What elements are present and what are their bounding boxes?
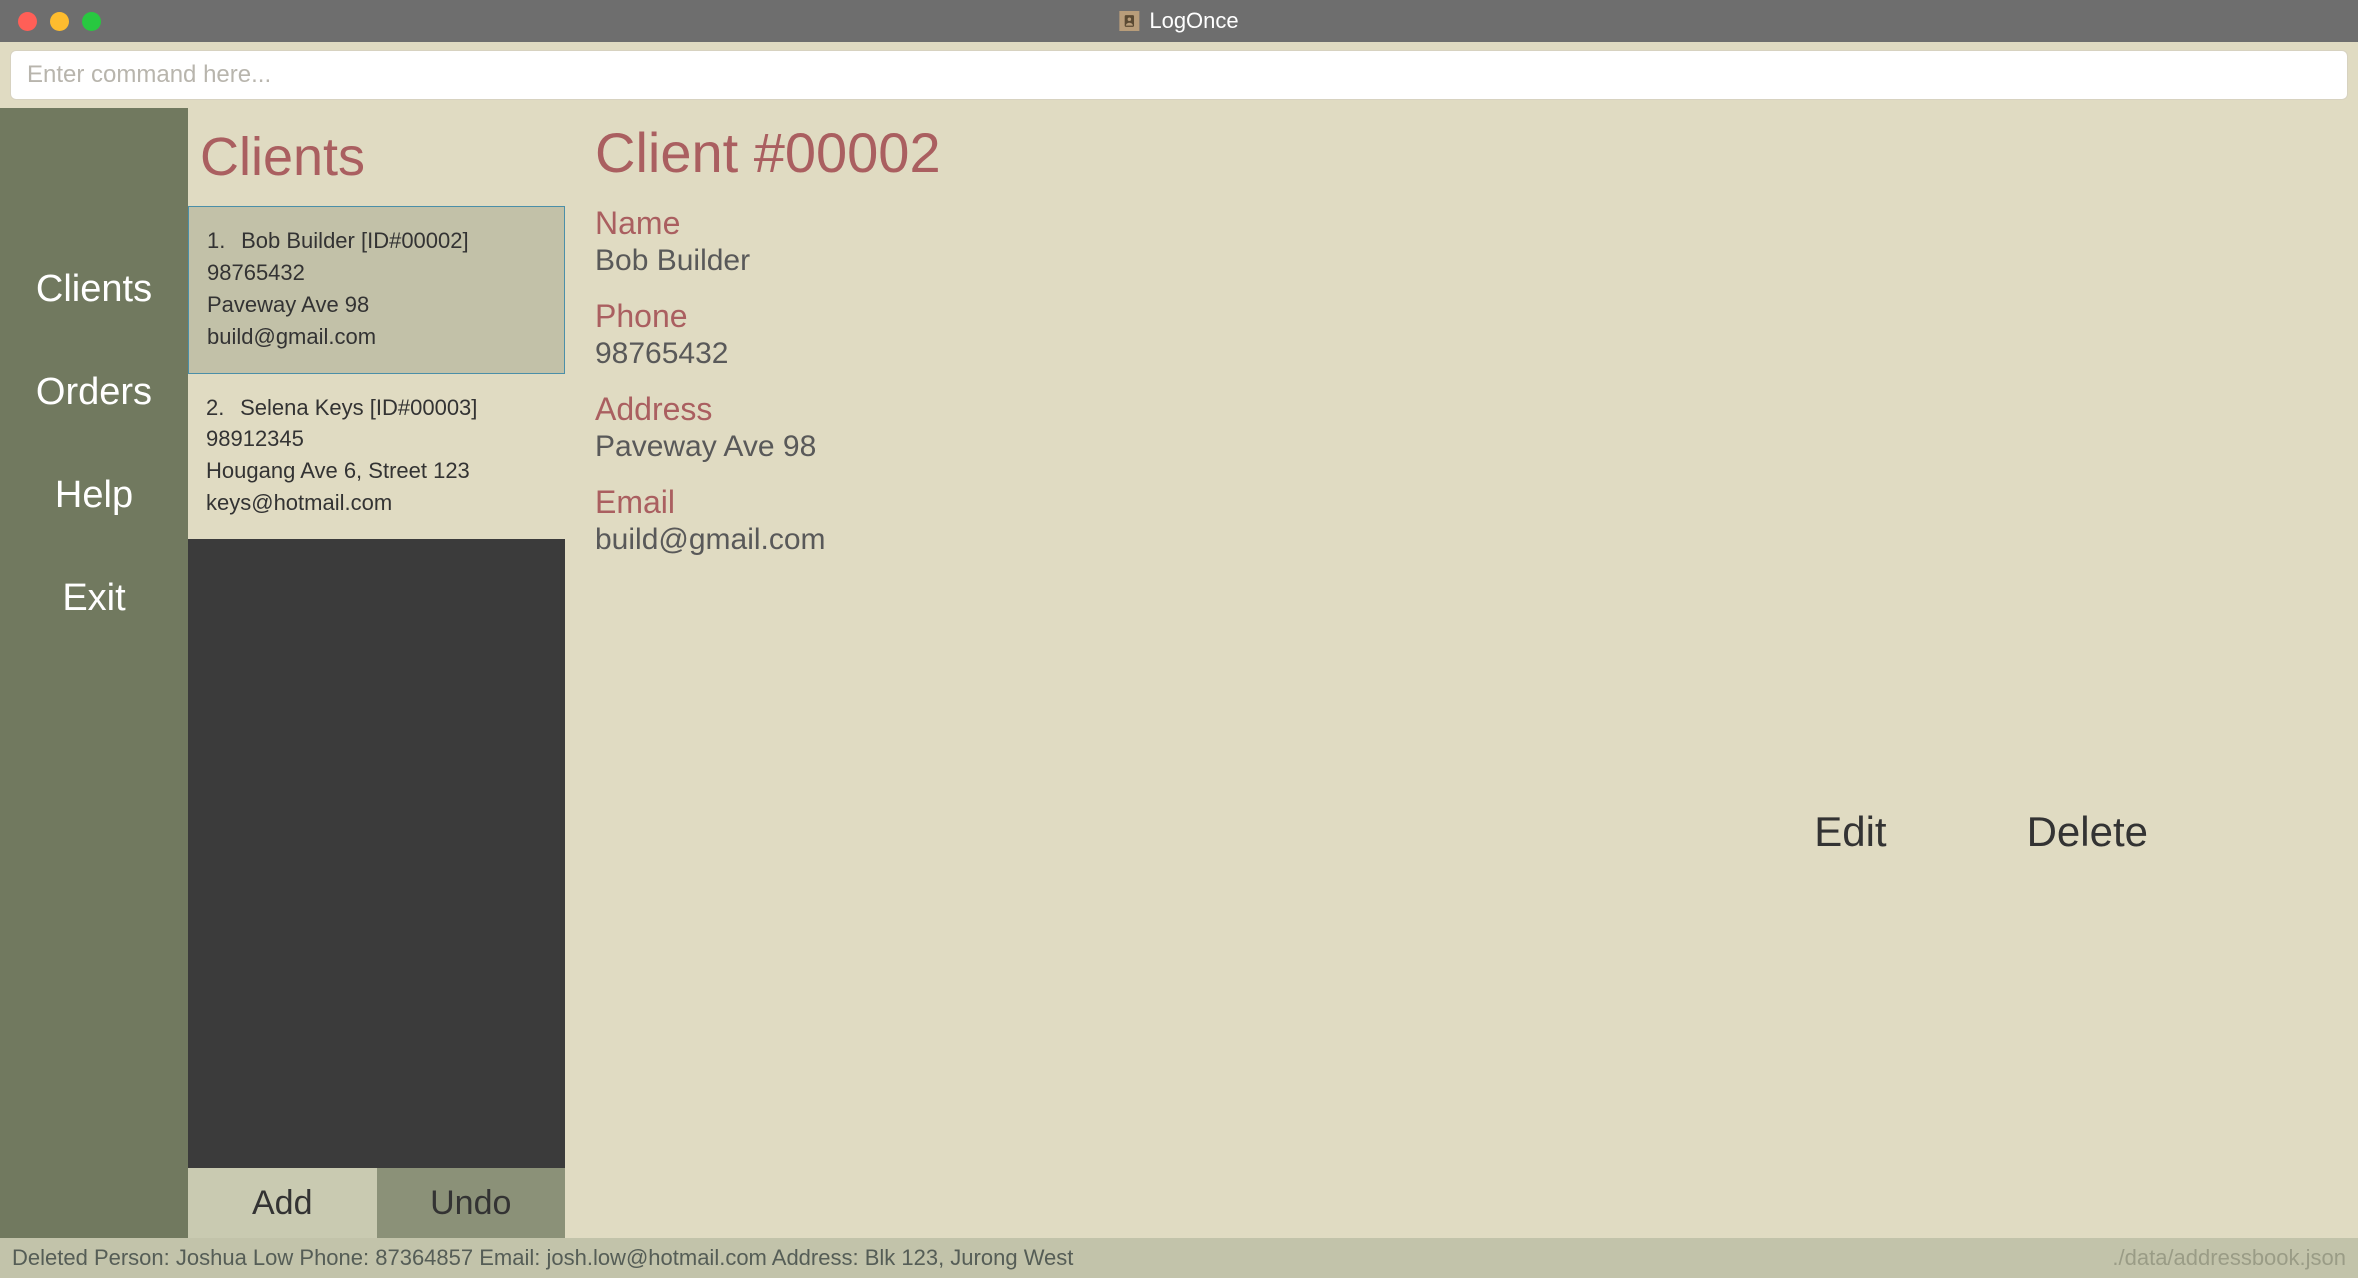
detail-label-phone: Phone [595, 298, 2328, 335]
main-area: Clients Orders Help Exit Clients 1. Bob … [0, 108, 2358, 1238]
close-window-button[interactable] [18, 12, 37, 31]
command-input[interactable] [10, 50, 2348, 100]
client-email: keys@hotmail.com [206, 487, 549, 519]
sidebar: Clients Orders Help Exit [0, 108, 188, 1238]
app-title: LogOnce [1149, 8, 1238, 34]
undo-button[interactable]: Undo [377, 1168, 566, 1238]
detail-label-name: Name [595, 205, 2328, 242]
detail-value-email: build@gmail.com [595, 523, 2328, 557]
client-list-panel: Clients 1. Bob Builder [ID#00002] 987654… [188, 108, 565, 1238]
sidebar-item-exit[interactable]: Exit [0, 547, 188, 650]
title-wrap: LogOnce [1119, 8, 1238, 34]
status-filepath: ./data/addressbook.json [2112, 1245, 2346, 1271]
client-list: 1. Bob Builder [ID#00002] 98765432 Pavew… [188, 206, 565, 1168]
client-name-id: Bob Builder [ID#00002] [241, 228, 469, 253]
sidebar-item-clients[interactable]: Clients [0, 238, 188, 341]
detail-actions: Edit Delete [1814, 808, 2148, 856]
minimize-window-button[interactable] [50, 12, 69, 31]
app-window: LogOnce Clients Orders Help Exit Clients… [0, 0, 2358, 1278]
client-detail-panel: Client #00002 Name Bob Builder Phone 987… [565, 108, 2358, 1238]
add-button[interactable]: Add [188, 1168, 377, 1238]
client-index: 2. [206, 392, 234, 424]
client-phone: 98912345 [206, 423, 549, 455]
edit-button[interactable]: Edit [1814, 808, 1886, 856]
command-row [0, 42, 2358, 108]
detail-value-phone: 98765432 [595, 337, 2328, 371]
client-list-actions: Add Undo [188, 1168, 565, 1238]
client-list-item[interactable]: 2. Selena Keys [ID#00003] 98912345 Houga… [188, 374, 565, 540]
titlebar: LogOnce [0, 0, 2358, 42]
client-phone: 98765432 [207, 257, 548, 289]
detail-label-email: Email [595, 484, 2328, 521]
client-list-item[interactable]: 1. Bob Builder [ID#00002] 98765432 Pavew… [188, 206, 565, 374]
client-list-title: Clients [188, 108, 565, 206]
client-email: build@gmail.com [207, 321, 548, 353]
client-detail-title: Client #00002 [595, 120, 2328, 185]
client-index: 1. [207, 225, 235, 257]
detail-value-address: Paveway Ave 98 [595, 430, 2328, 464]
window-controls [18, 12, 101, 31]
detail-label-address: Address [595, 391, 2328, 428]
client-address: Paveway Ave 98 [207, 289, 548, 321]
app-icon [1119, 11, 1139, 31]
status-message: Deleted Person: Joshua Low Phone: 873648… [12, 1245, 1073, 1271]
sidebar-item-orders[interactable]: Orders [0, 341, 188, 444]
status-bar: Deleted Person: Joshua Low Phone: 873648… [0, 1238, 2358, 1278]
client-name-id: Selena Keys [ID#00003] [240, 395, 477, 420]
delete-button[interactable]: Delete [2027, 808, 2148, 856]
sidebar-item-help[interactable]: Help [0, 444, 188, 547]
maximize-window-button[interactable] [82, 12, 101, 31]
client-list-empty-area [188, 539, 565, 1168]
client-address: Hougang Ave 6, Street 123 [206, 455, 549, 487]
detail-value-name: Bob Builder [595, 244, 2328, 278]
